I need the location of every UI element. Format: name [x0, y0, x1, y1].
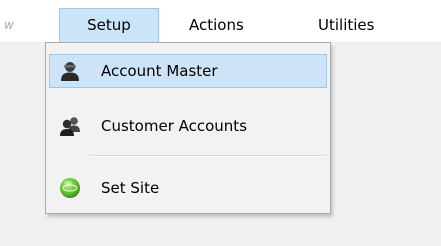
- menu-item-label: Set Site: [101, 179, 160, 197]
- site-icon: [60, 178, 80, 198]
- customers-icon: [60, 117, 80, 136]
- menu-item-label: Customer Accounts: [101, 117, 248, 135]
- menu-utilities[interactable]: Utilities: [318, 8, 374, 42]
- menu-setup-label: Setup: [87, 16, 131, 34]
- menu-previous-item[interactable]: w: [4, 8, 14, 42]
- menu-item-customer-accounts[interactable]: Customer Accounts: [49, 109, 327, 143]
- menu-separator: [90, 155, 326, 157]
- menu-bar: w Setup Actions Utilities: [0, 0, 441, 42]
- menu-item-set-site[interactable]: Set Site: [49, 171, 327, 205]
- menu-item-label: Account Master: [101, 62, 218, 80]
- account-user-icon: [61, 62, 79, 81]
- menu-setup[interactable]: Setup: [59, 8, 159, 42]
- setup-dropdown-menu: Account Master Customer Accounts Set Sit: [45, 42, 331, 214]
- menu-item-account-master[interactable]: Account Master: [49, 54, 327, 88]
- menu-actions[interactable]: Actions: [189, 8, 244, 42]
